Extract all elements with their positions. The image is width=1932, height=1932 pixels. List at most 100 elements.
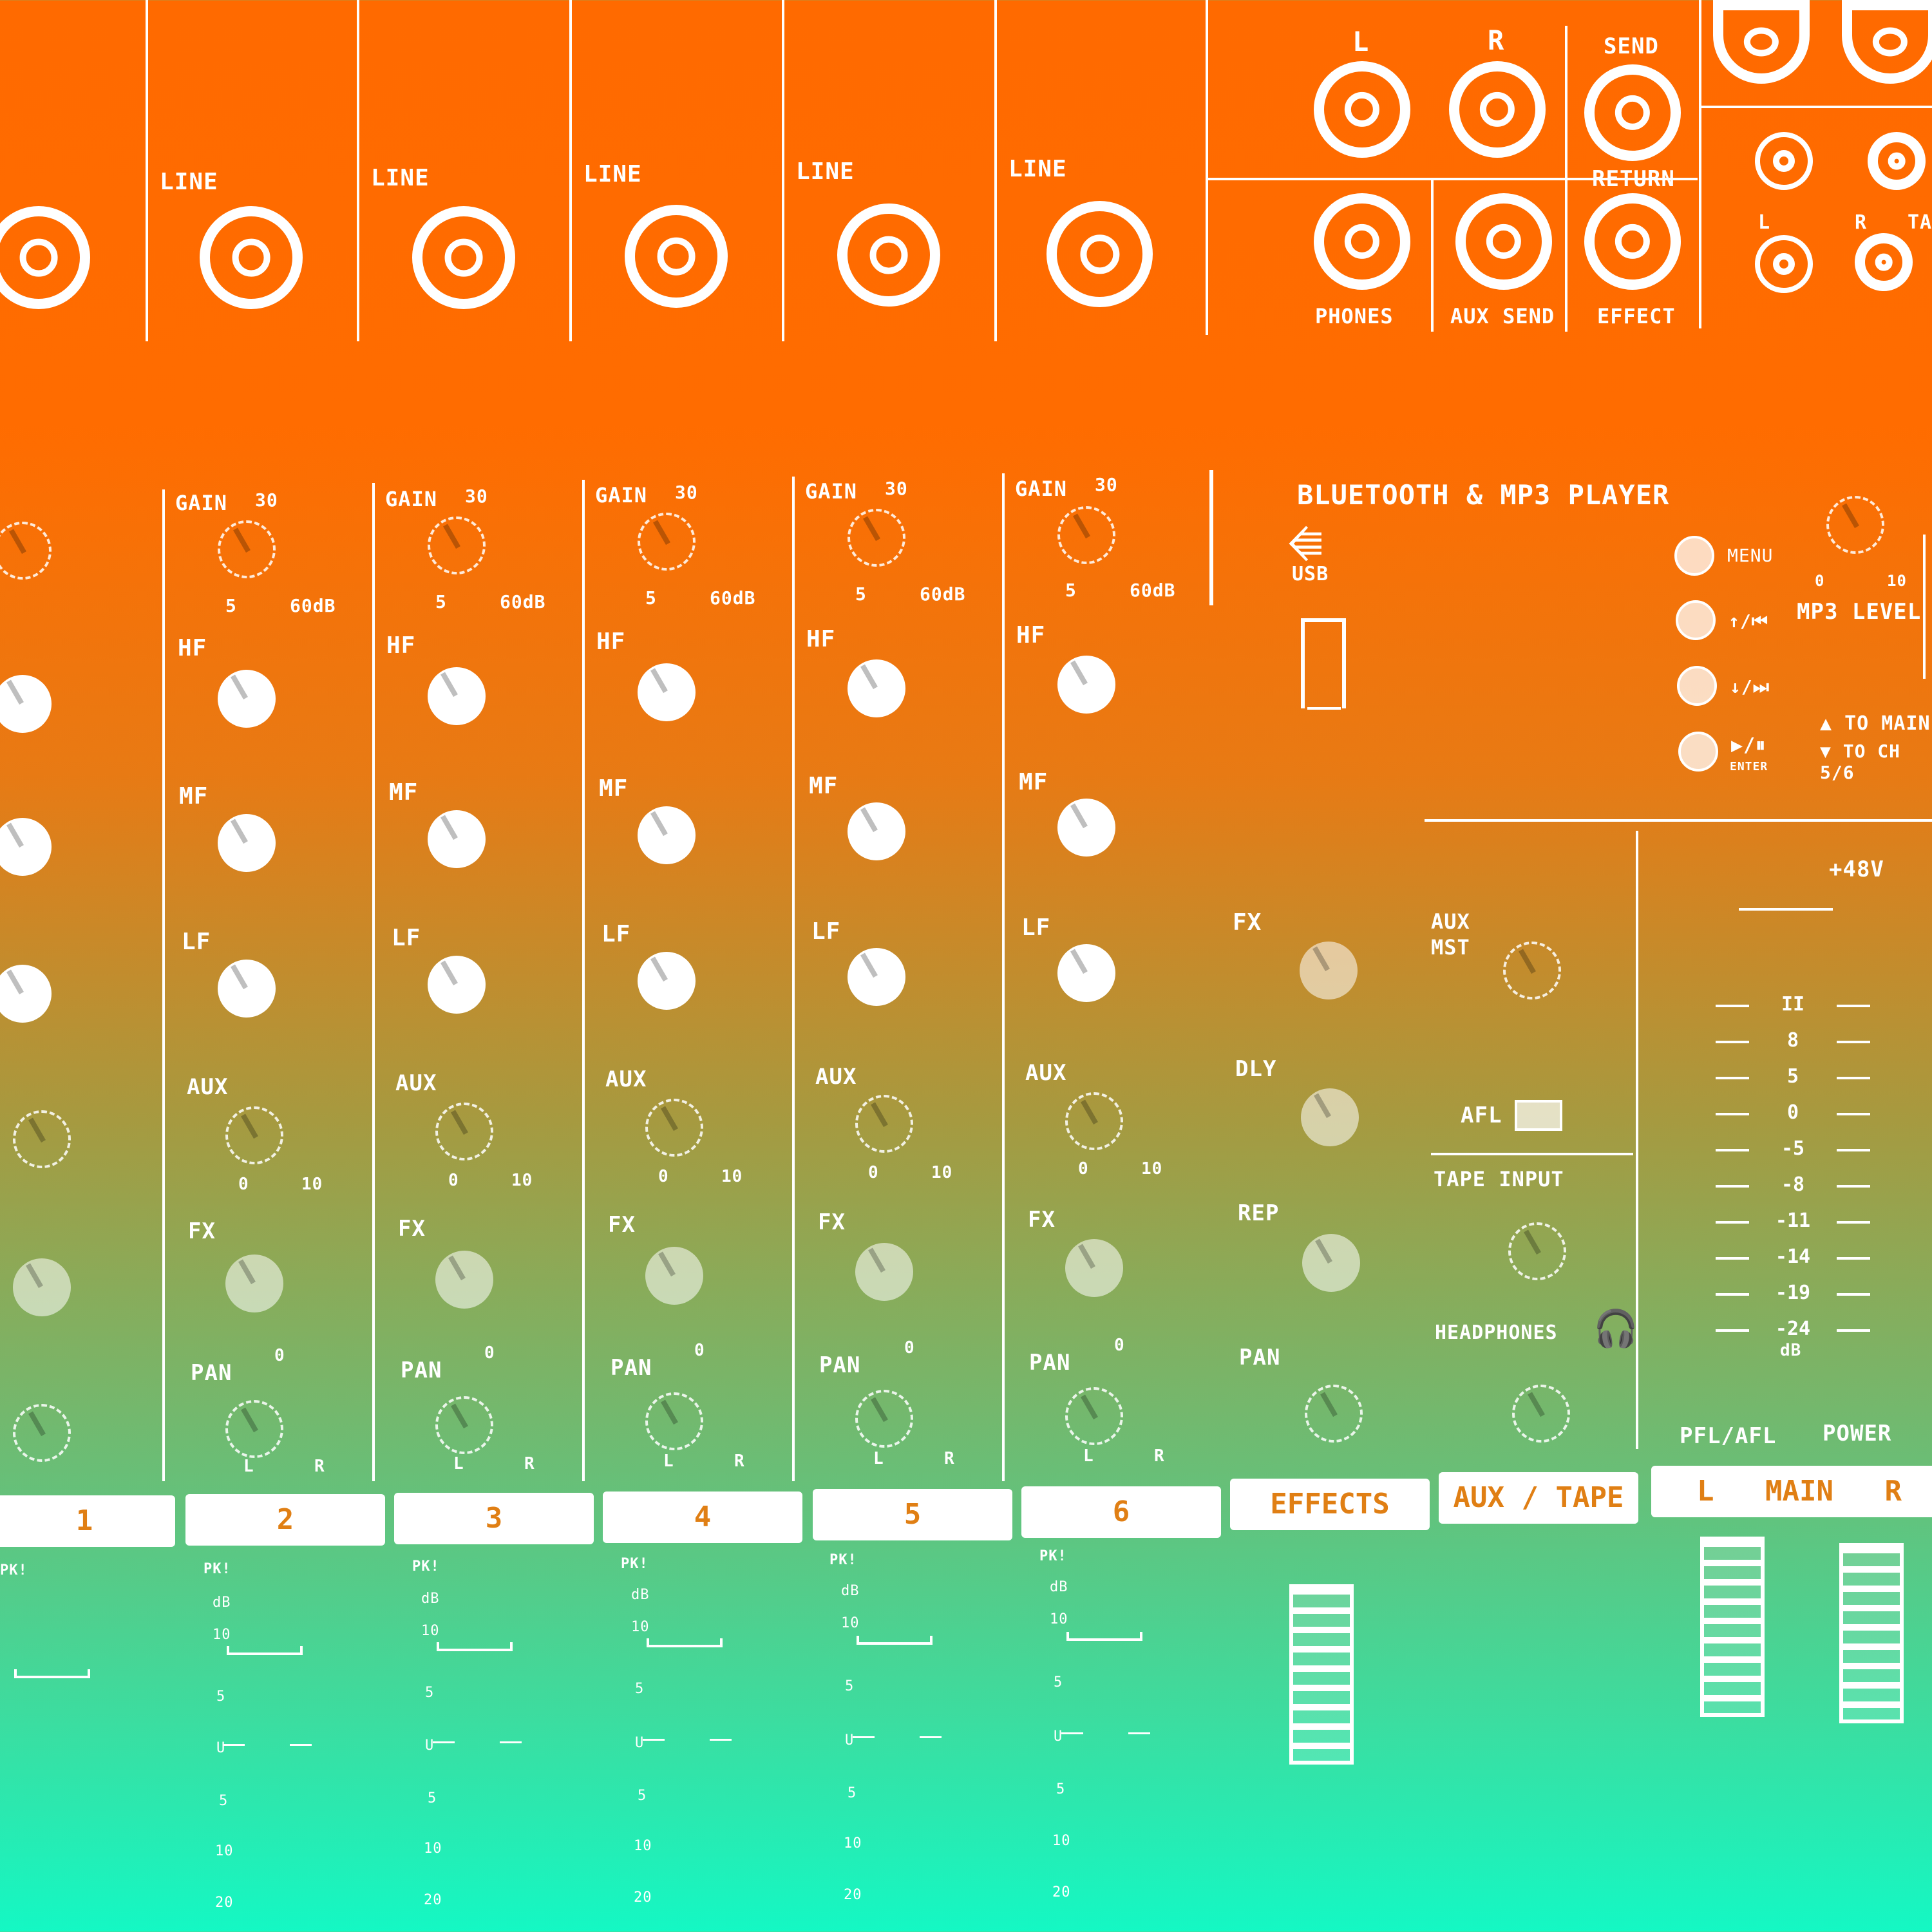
main-out-l-jack[interactable] (1314, 61, 1410, 158)
fx-send-knob[interactable] (435, 1251, 493, 1309)
pan-knob[interactable] (13, 1404, 71, 1462)
pan-knob[interactable] (435, 1396, 493, 1454)
fader-scale: 10 (634, 1838, 652, 1854)
gain-knob[interactable] (848, 509, 905, 567)
rca-tape-out-r[interactable] (1855, 233, 1913, 291)
divider (1431, 180, 1434, 332)
peak-led-label: PK! (1039, 1548, 1067, 1564)
hf-knob[interactable] (1057, 656, 1115, 714)
aux-knob[interactable] (855, 1095, 913, 1153)
hf-label: HF (178, 635, 207, 661)
hf-knob[interactable] (848, 659, 905, 717)
mf-knob[interactable] (428, 810, 486, 868)
rca-tape-in-r[interactable] (1755, 235, 1813, 293)
fx-send-knob[interactable] (225, 1255, 283, 1312)
hf-knob[interactable] (0, 675, 52, 733)
pan-knob[interactable] (645, 1392, 703, 1450)
line-input-jack[interactable] (412, 206, 515, 309)
fx-send-knob[interactable] (645, 1247, 703, 1305)
aux-knob[interactable] (1065, 1092, 1123, 1150)
stereo-jack[interactable] (1713, 0, 1810, 84)
tape-r-label: R (1855, 211, 1868, 234)
fx-label: FX (1028, 1207, 1056, 1233)
main-r-fader[interactable] (1839, 1543, 1904, 1723)
mf-knob[interactable] (638, 806, 696, 864)
aux-send-jack[interactable] (1455, 193, 1552, 290)
line-input-jack[interactable] (1046, 201, 1153, 307)
play-pause-button[interactable] (1678, 732, 1718, 772)
phones-jack[interactable] (1314, 193, 1410, 290)
mf-knob[interactable] (848, 802, 905, 860)
aux-knob[interactable] (645, 1099, 703, 1157)
line-input-jack[interactable] (837, 204, 940, 307)
hf-knob[interactable] (218, 670, 276, 728)
channel-fader[interactable] (857, 1636, 933, 1645)
channel-fader[interactable] (227, 1646, 303, 1655)
afl-switch[interactable] (1515, 1100, 1562, 1131)
aux-knob[interactable] (13, 1110, 71, 1168)
pan-label: PAN (819, 1352, 861, 1378)
channel-number-strip: 5 (813, 1489, 1012, 1540)
mp3-level-knob[interactable] (1826, 496, 1884, 554)
mf-knob[interactable] (1057, 799, 1115, 857)
rca-tape-in-l[interactable] (1755, 132, 1813, 190)
fader-scale: 10 (215, 1843, 234, 1859)
gain-knob[interactable] (0, 522, 52, 580)
mf-knob[interactable] (0, 818, 52, 876)
gain-knob[interactable] (638, 513, 696, 571)
headphones-knob[interactable] (1512, 1385, 1570, 1443)
main-out-r-jack[interactable] (1449, 61, 1546, 158)
stereo-jack[interactable] (1842, 0, 1932, 84)
lf-knob[interactable] (0, 965, 52, 1023)
prev-button[interactable] (1676, 600, 1716, 640)
channel-fader[interactable] (647, 1638, 723, 1647)
delay-knob[interactable] (1301, 1088, 1359, 1146)
repeat-knob[interactable] (1302, 1234, 1360, 1292)
hf-knob[interactable] (638, 663, 696, 721)
channel-fader[interactable] (437, 1642, 513, 1651)
fx-label: FX (188, 1218, 216, 1244)
line-input-jack[interactable] (0, 206, 90, 309)
line-input-jack[interactable] (625, 205, 728, 308)
aux-knob[interactable] (225, 1106, 283, 1164)
effects-pan-knob[interactable] (1305, 1385, 1363, 1443)
aux-knob[interactable] (435, 1103, 493, 1160)
fx-send-knob[interactable] (1065, 1239, 1123, 1297)
mf-knob[interactable] (218, 814, 276, 872)
lf-knob[interactable] (428, 956, 486, 1014)
lf-knob[interactable] (848, 948, 905, 1006)
next-button[interactable] (1677, 666, 1717, 706)
pan-knob[interactable] (225, 1400, 283, 1458)
channel-fader[interactable] (1066, 1632, 1142, 1641)
pan-knob[interactable] (1065, 1387, 1123, 1445)
lf-knob[interactable] (638, 952, 696, 1010)
aux-mst-label: AUX (1431, 909, 1470, 934)
gain-knob[interactable] (218, 520, 276, 578)
pan-knob[interactable] (855, 1390, 913, 1448)
main-out-l-label: L (1352, 26, 1370, 57)
fader-scale: 20 (1052, 1884, 1071, 1900)
effects-fader[interactable] (1289, 1584, 1354, 1765)
line-input-jack[interactable] (200, 206, 303, 309)
fader-db-label: dB (841, 1583, 860, 1599)
tape-input-knob[interactable] (1508, 1222, 1566, 1280)
lf-knob[interactable] (218, 960, 276, 1018)
rca-tape-out-l[interactable] (1868, 132, 1926, 190)
gain-knob[interactable] (428, 516, 486, 574)
fx-send-knob[interactable] (13, 1258, 71, 1316)
gain-knob[interactable] (1057, 506, 1115, 564)
send-jack[interactable] (1584, 64, 1681, 161)
effects-strip: EFFECTS (1230, 1479, 1430, 1530)
fx-send-knob[interactable] (855, 1243, 913, 1301)
lf-knob[interactable] (1057, 944, 1115, 1002)
menu-button[interactable] (1674, 536, 1714, 576)
channel-fader[interactable] (14, 1669, 90, 1678)
usb-port[interactable] (1301, 618, 1346, 708)
effect-return-jack[interactable] (1584, 193, 1681, 290)
aux-master-knob[interactable] (1503, 942, 1561, 999)
line-label: LINE (796, 158, 855, 185)
fx-return-knob[interactable] (1300, 942, 1358, 999)
meter-mark: 0 (1716, 1101, 1870, 1124)
hf-knob[interactable] (428, 667, 486, 725)
main-l-fader[interactable] (1700, 1537, 1765, 1717)
